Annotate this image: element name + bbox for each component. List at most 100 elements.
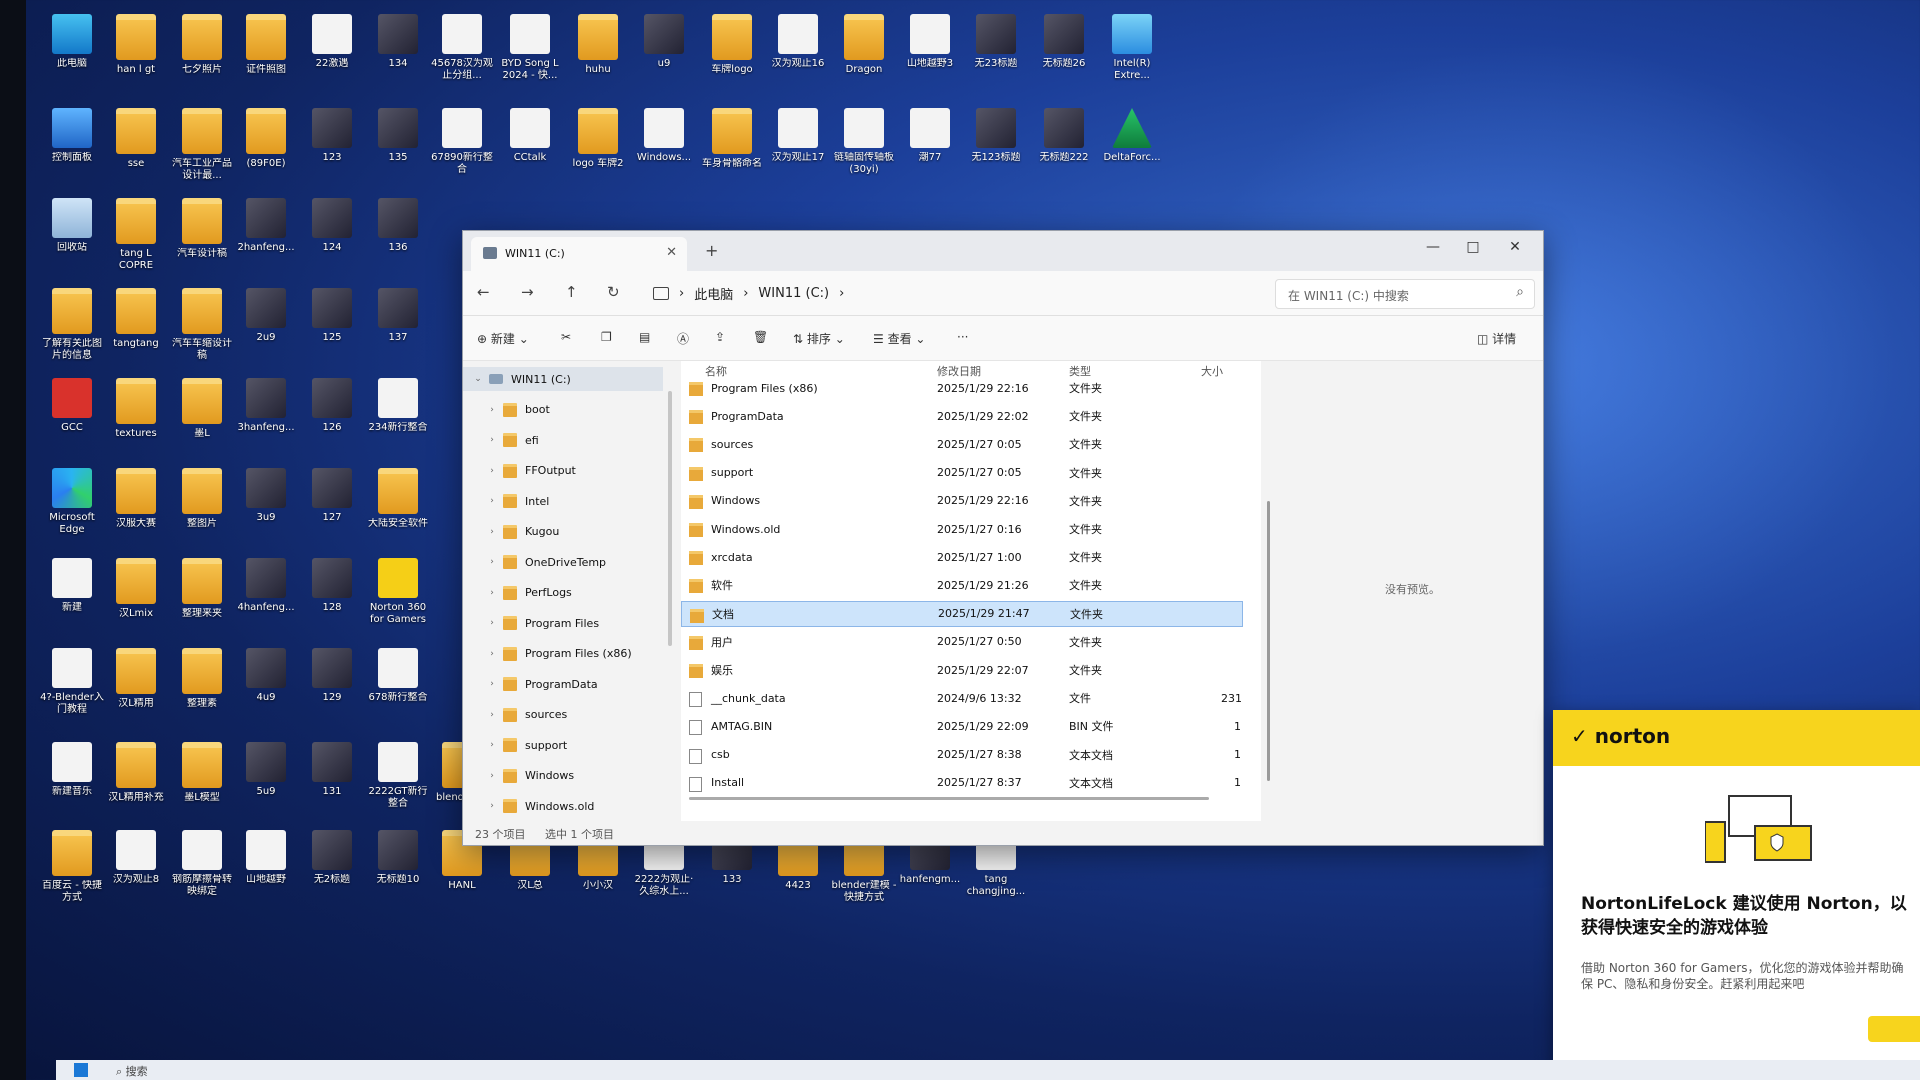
desktop-icon[interactable]: 汉L精用补充 xyxy=(102,742,170,804)
desktop-icon[interactable]: 控制面板 xyxy=(38,108,106,164)
desktop-icon[interactable]: 4?-Blender入门教程 xyxy=(38,648,106,716)
desktop-icon[interactable]: 无标题222 xyxy=(1030,108,1098,164)
desktop-icon[interactable]: 汉Lmix xyxy=(102,558,170,620)
tree-item[interactable]: › support xyxy=(463,733,663,757)
close-tab-icon[interactable]: ✕ xyxy=(666,245,677,260)
norton-notification[interactable]: ✓ norton NortonLifeLock 建议使用 Norton，以获得快… xyxy=(1553,710,1920,1080)
desktop-icon[interactable]: 4u9 xyxy=(232,648,300,704)
desktop-icon[interactable]: 45678汉为观止分组... xyxy=(428,14,496,82)
file-row[interactable]: csb 2025/1/27 8:38 文本文档 1 xyxy=(681,742,1243,768)
tree-item-drive[interactable]: ⌄ WIN11 (C:) xyxy=(463,367,663,391)
file-row[interactable]: support 2025/1/27 0:05 文件夹 xyxy=(681,460,1243,486)
desktop-icon[interactable]: 新建音乐 xyxy=(38,742,106,798)
tree-item[interactable]: › FFOutput xyxy=(463,459,663,483)
sort-button[interactable]: ⇅ 排序 ⌄ xyxy=(793,330,845,347)
desktop-icon[interactable]: 汉为观止16 xyxy=(764,14,832,70)
desktop-icon[interactable]: 131 xyxy=(298,742,366,798)
desktop-icon[interactable]: 整图片 xyxy=(168,468,236,530)
desktop-icon[interactable]: 汽车工业产品设计最... xyxy=(168,108,236,182)
desktop-icon[interactable]: 汽车设计稿 xyxy=(168,198,236,260)
desktop-icon[interactable]: 链轴固传轴板(30yi) xyxy=(830,108,898,176)
desktop-icon[interactable]: 678新行整合 xyxy=(364,648,432,704)
chevron-right-icon[interactable]: › xyxy=(481,466,503,476)
desktop-icon[interactable]: u9 xyxy=(630,14,698,70)
desktop-icon[interactable]: BYD Song L 2024 - 快... xyxy=(496,14,564,82)
breadcrumb-this-pc[interactable]: 此电脑 xyxy=(694,284,733,303)
desktop-icon[interactable]: (89F0E) xyxy=(232,108,300,170)
desktop-icon[interactable]: tang L COPRE xyxy=(102,198,170,272)
desktop-icon[interactable]: 126 xyxy=(298,378,366,434)
tree-item[interactable]: › Intel xyxy=(463,489,663,513)
desktop-icon[interactable]: 无23标题 xyxy=(962,14,1030,70)
chevron-right-icon[interactable]: › xyxy=(481,618,503,628)
desktop-icon[interactable]: 钢筋摩擦骨转映绑定 xyxy=(168,830,236,898)
desktop-icon[interactable]: Windows... xyxy=(630,108,698,164)
desktop-icon[interactable]: 整理素 xyxy=(168,648,236,710)
desktop-icon[interactable]: 墨L xyxy=(168,378,236,440)
breadcrumb[interactable]: › 此电脑 › WIN11 (C:) › xyxy=(653,279,1213,307)
desktop-icon[interactable]: 汉为观止8 xyxy=(102,830,170,886)
desktop-icon[interactable]: han l gt xyxy=(102,14,170,76)
desktop-icon[interactable]: 山地越野 xyxy=(232,830,300,886)
file-row[interactable]: ProgramData 2025/1/29 22:02 文件夹 xyxy=(681,403,1243,429)
desktop-icon[interactable]: 新建 xyxy=(38,558,106,614)
desktop-icon[interactable]: 135 xyxy=(364,108,432,164)
tree-item[interactable]: › Program Files (x86) xyxy=(463,642,663,666)
tree-item[interactable]: › efi xyxy=(463,428,663,452)
desktop-icon[interactable]: 3u9 xyxy=(232,468,300,524)
desktop-icon[interactable]: 123 xyxy=(298,108,366,164)
desktop-icon[interactable]: 大陆安全软件 xyxy=(364,468,432,530)
search-input[interactable]: 在 WIN11 (C:) 中搜索 ⌕ xyxy=(1275,279,1535,309)
chevron-down-icon[interactable]: ⌄ xyxy=(467,374,489,384)
desktop-icon[interactable]: 2hanfeng... xyxy=(232,198,300,254)
tree-item[interactable]: › boot xyxy=(463,398,663,422)
maximize-button[interactable]: □ xyxy=(1453,239,1493,255)
share-icon[interactable]: ⇪ xyxy=(715,330,725,344)
desktop-icon[interactable]: 汉L精用 xyxy=(102,648,170,710)
desktop-icon[interactable]: 127 xyxy=(298,468,366,524)
desktop-icon[interactable]: 234新行整合 xyxy=(364,378,432,434)
chevron-right-icon[interactable]: › xyxy=(481,557,503,567)
view-button[interactable]: ☰ 查看 ⌄ xyxy=(873,330,925,347)
horizontal-scrollbar[interactable] xyxy=(689,797,1209,800)
desktop-icon[interactable]: 124 xyxy=(298,198,366,254)
desktop-icon[interactable]: 回收站 xyxy=(38,198,106,254)
desktop-icon[interactable]: 137 xyxy=(364,288,432,344)
chevron-right-icon[interactable]: › xyxy=(481,801,503,811)
chevron-right-icon[interactable]: › xyxy=(481,435,503,445)
cut-icon[interactable]: ✂ xyxy=(561,330,571,344)
file-row[interactable]: AMTAG.BIN 2025/1/29 22:09 BIN 文件 1 xyxy=(681,713,1243,739)
tree-item[interactable]: › Program Files xyxy=(463,611,663,635)
paste-icon[interactable]: ▤ xyxy=(639,330,650,344)
desktop-icon[interactable]: 车身骨骼命名 xyxy=(698,108,766,170)
chevron-right-icon[interactable]: › xyxy=(481,405,503,415)
desktop-icon[interactable]: 无标题10 xyxy=(364,830,432,886)
desktop-icon[interactable]: DeltaForc... xyxy=(1098,108,1166,164)
desktop-icon[interactable]: Norton 360 for Gamers xyxy=(364,558,432,626)
rename-icon[interactable]: Ⓐ xyxy=(677,330,689,347)
desktop-icon[interactable]: sse xyxy=(102,108,170,170)
desktop-icon[interactable]: 七夕照片 xyxy=(168,14,236,76)
desktop-icon[interactable]: GCC xyxy=(38,378,106,434)
desktop-icon[interactable]: 墨L模型 xyxy=(168,742,236,804)
desktop-icon[interactable]: 5u9 xyxy=(232,742,300,798)
desktop-icon[interactable]: 128 xyxy=(298,558,366,614)
chevron-right-icon[interactable]: › xyxy=(481,771,503,781)
minimize-button[interactable]: — xyxy=(1413,239,1453,255)
up-icon[interactable]: ↑ xyxy=(565,283,578,301)
desktop-icon[interactable]: 无标题26 xyxy=(1030,14,1098,70)
desktop-icon[interactable]: 125 xyxy=(298,288,366,344)
desktop-icon[interactable]: 67890新行整合 xyxy=(428,108,496,176)
desktop-icon[interactable]: 无123标题 xyxy=(962,108,1030,164)
tree-item[interactable]: › OneDriveTemp xyxy=(463,550,663,574)
file-row[interactable]: Windows.old 2025/1/27 0:16 文件夹 xyxy=(681,516,1243,542)
desktop-icon[interactable]: 此电脑 xyxy=(38,14,106,70)
chevron-right-icon[interactable]: › xyxy=(481,710,503,720)
delete-icon[interactable]: 🗑 xyxy=(753,330,768,344)
close-button[interactable]: ✕ xyxy=(1495,239,1535,255)
file-row[interactable]: 文档 2025/1/29 21:47 文件夹 xyxy=(681,600,1243,627)
desktop-icon[interactable]: huhu xyxy=(564,14,632,76)
tree-item[interactable]: › Windows xyxy=(463,764,663,788)
desktop-icon[interactable]: 3hanfeng... xyxy=(232,378,300,434)
file-row[interactable]: sources 2025/1/27 0:05 文件夹 xyxy=(681,431,1243,457)
